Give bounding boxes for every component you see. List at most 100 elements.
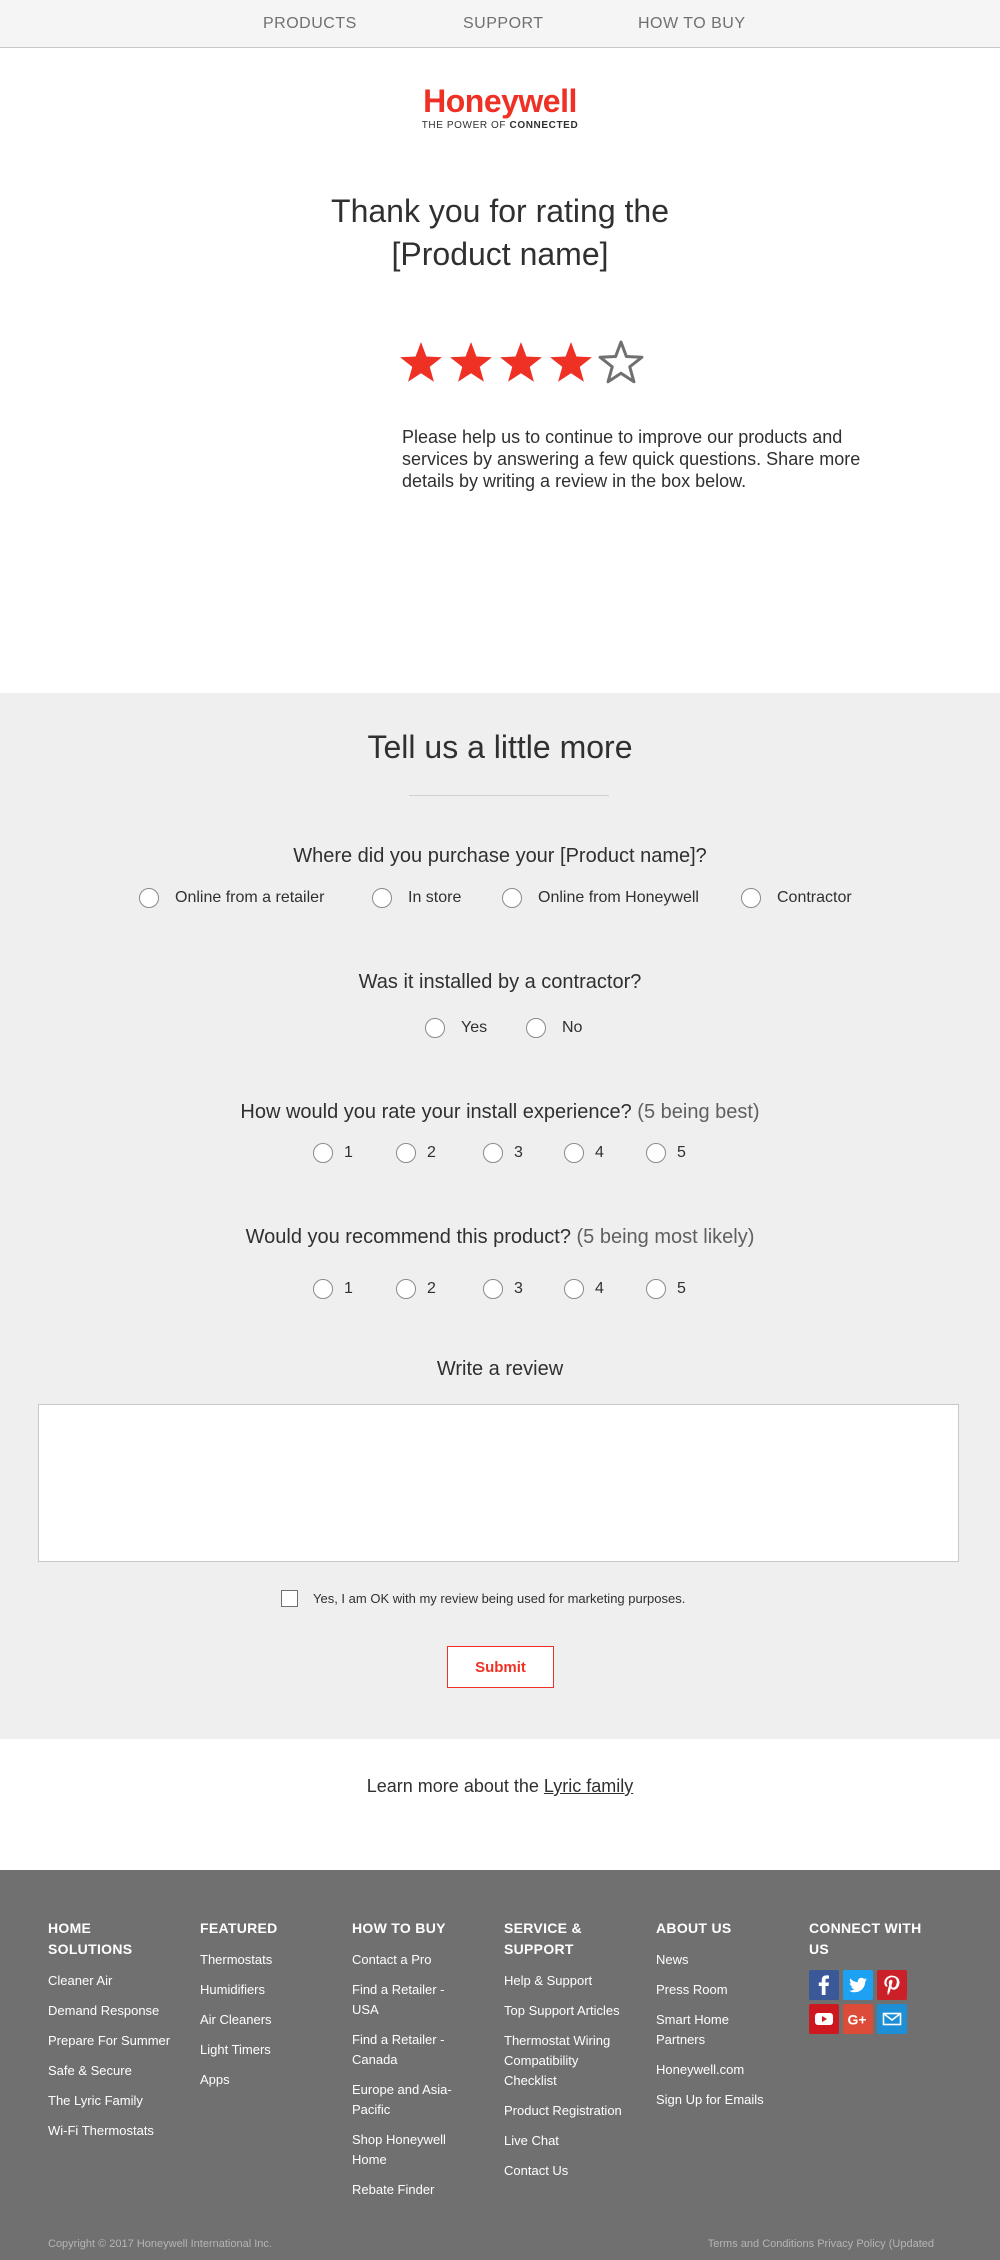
- review-title: Write a review: [436, 1358, 564, 1380]
- option-label: 4: [595, 1280, 604, 1297]
- nav-how-to-buy[interactable]: HOW TO BUY: [638, 15, 746, 33]
- footer-link[interactable]: Help & Support: [504, 1971, 624, 1991]
- radio-button[interactable]: [646, 1143, 666, 1163]
- footer-link[interactable]: Sign Up for Emails: [656, 2090, 771, 2110]
- radio-button[interactable]: [396, 1143, 416, 1163]
- footer-link[interactable]: Shop Honeywell Home: [352, 2130, 462, 2170]
- footer-col-featured: FEATURED Thermostats Humidifiers Air Cle…: [200, 1918, 330, 2100]
- consent-label: Yes, I am OK with my review being used f…: [313, 1591, 686, 1606]
- logo-tag-prefix: THE POWER OF: [421, 120, 510, 131]
- footer-link[interactable]: Humidifiers: [200, 1980, 330, 2000]
- title-line-1: Thank you for rating the: [331, 193, 669, 229]
- question-purchase-product: [Product name]: [560, 845, 696, 867]
- option-label: 5: [677, 1144, 686, 1161]
- review-textarea[interactable]: [38, 1404, 959, 1562]
- radio-button[interactable]: [502, 888, 522, 908]
- option-label: 3: [514, 1144, 523, 1161]
- intro-description: Please help us to continue to improve ou…: [402, 427, 861, 491]
- question-recommend: Would you recommend this product? (5 bei…: [0, 1226, 1000, 1249]
- nav-support[interactable]: SUPPORT: [463, 15, 544, 33]
- star-empty-icon[interactable]: [598, 340, 644, 386]
- radio-button[interactable]: [313, 1143, 333, 1163]
- star-rating[interactable]: [398, 340, 658, 390]
- footer-link[interactable]: Europe and Asia-Pacific: [352, 2080, 462, 2120]
- option-label: 2: [427, 1280, 436, 1297]
- star-filled-icon[interactable]: [398, 340, 444, 386]
- option-label: No: [562, 1019, 583, 1036]
- page-title: Thank you for rating the [Product name]: [0, 190, 1000, 276]
- footer-link[interactable]: Live Chat: [504, 2131, 624, 2151]
- option-label: 1: [344, 1280, 353, 1297]
- footer-link[interactable]: Prepare For Summer: [48, 2031, 178, 2051]
- radio-button[interactable]: [741, 888, 761, 908]
- radio-button[interactable]: [483, 1143, 503, 1163]
- footer-link[interactable]: Rebate Finder: [352, 2180, 462, 2200]
- star-filled-icon[interactable]: [448, 340, 494, 386]
- question-purchase: Where did you purchase your [Product nam…: [0, 845, 1000, 868]
- option-label: Online from a retailer: [175, 889, 325, 906]
- nav-products[interactable]: PRODUCTS: [263, 15, 357, 33]
- email-icon[interactable]: [877, 2004, 907, 2034]
- footer-link[interactable]: Cleaner Air: [48, 1971, 178, 1991]
- footer-link[interactable]: Product Registration: [504, 2101, 624, 2121]
- radio-button[interactable]: [526, 1018, 546, 1038]
- footer-link[interactable]: Apps: [200, 2070, 330, 2090]
- star-filled-icon[interactable]: [548, 340, 594, 386]
- footer-link[interactable]: Thermostat Wiring Compatibility Checklis…: [504, 2031, 624, 2091]
- question-note: (5 being best): [631, 1101, 760, 1123]
- option-label: In store: [408, 889, 462, 906]
- google-plus-icon[interactable]: G+: [843, 2004, 873, 2034]
- youtube-icon[interactable]: [809, 2004, 839, 2034]
- option-label: Online from Honeywell: [538, 889, 699, 906]
- lyric-family-link[interactable]: Lyric family: [544, 1776, 633, 1796]
- facebook-icon[interactable]: [809, 1970, 839, 2000]
- footer-link[interactable]: Find a Retailer - Canada: [352, 2030, 462, 2070]
- footer-link[interactable]: Safe & Secure: [48, 2061, 178, 2081]
- radio-button[interactable]: [313, 1279, 333, 1299]
- footer-link[interactable]: Wi-Fi Thermostats: [48, 2121, 178, 2141]
- option-label: 4: [595, 1144, 604, 1161]
- pinterest-icon[interactable]: [877, 1970, 907, 2000]
- title-line-2: [Product name]: [391, 236, 609, 272]
- footer-heading: HOME SOLUTIONS: [48, 1920, 133, 1957]
- footer-link[interactable]: Air Cleaners: [200, 2010, 330, 2030]
- footer-link[interactable]: Honeywell.com: [656, 2060, 771, 2080]
- star-filled-icon[interactable]: [498, 340, 544, 386]
- radio-button[interactable]: [396, 1279, 416, 1299]
- logo-tagline: THE POWER OF CONNECTED: [0, 120, 1000, 131]
- footer-link[interactable]: Contact a Pro: [352, 1950, 462, 1970]
- question-installed: Was it installed by a contractor?: [358, 971, 642, 993]
- footer-col-home-solutions: HOME SOLUTIONS Cleaner Air Demand Respon…: [48, 1918, 178, 2151]
- footer-link[interactable]: News: [656, 1950, 771, 1970]
- radio-button[interactable]: [139, 888, 159, 908]
- radio-button[interactable]: [372, 888, 392, 908]
- radio-button[interactable]: [564, 1143, 584, 1163]
- radio-button[interactable]: [646, 1279, 666, 1299]
- footer-heading: HOW TO BUY: [352, 1920, 446, 1936]
- footer-link[interactable]: The Lyric Family: [48, 2091, 178, 2111]
- consent-checkbox[interactable]: [281, 1590, 298, 1607]
- footer-link[interactable]: Find a Retailer - USA: [352, 1980, 462, 2020]
- radio-button[interactable]: [483, 1279, 503, 1299]
- footer-link[interactable]: Light Timers: [200, 2040, 330, 2060]
- footer-link[interactable]: Smart Home Partners: [656, 2010, 771, 2050]
- option-label: 2: [427, 1144, 436, 1161]
- option-label: Contractor: [777, 889, 852, 906]
- twitter-icon[interactable]: [843, 1970, 873, 2000]
- footer-heading: SERVICE & SUPPORT: [504, 1920, 582, 1957]
- option-label: 5: [677, 1280, 686, 1297]
- section-title: Tell us a little more: [367, 729, 633, 765]
- footer-link[interactable]: Demand Response: [48, 2001, 178, 2021]
- question-purchase-suffix: ?: [695, 845, 707, 867]
- submit-button[interactable]: Submit: [447, 1646, 554, 1688]
- radio-button[interactable]: [425, 1018, 445, 1038]
- footer-heading: FEATURED: [200, 1920, 278, 1936]
- honeywell-logo[interactable]: Honeywell THE POWER OF CONNECTED: [0, 84, 1000, 131]
- footer-link[interactable]: Thermostats: [200, 1950, 330, 1970]
- radio-button[interactable]: [564, 1279, 584, 1299]
- terms-links[interactable]: Terms and Conditions Privacy Policy (Upd…: [708, 2238, 934, 2250]
- footer-link[interactable]: Press Room: [656, 1980, 771, 2000]
- footer-link[interactable]: Contact Us: [504, 2161, 624, 2181]
- footer-link[interactable]: Top Support Articles: [504, 2001, 624, 2021]
- question-text: How would you rate your install experien…: [240, 1101, 632, 1123]
